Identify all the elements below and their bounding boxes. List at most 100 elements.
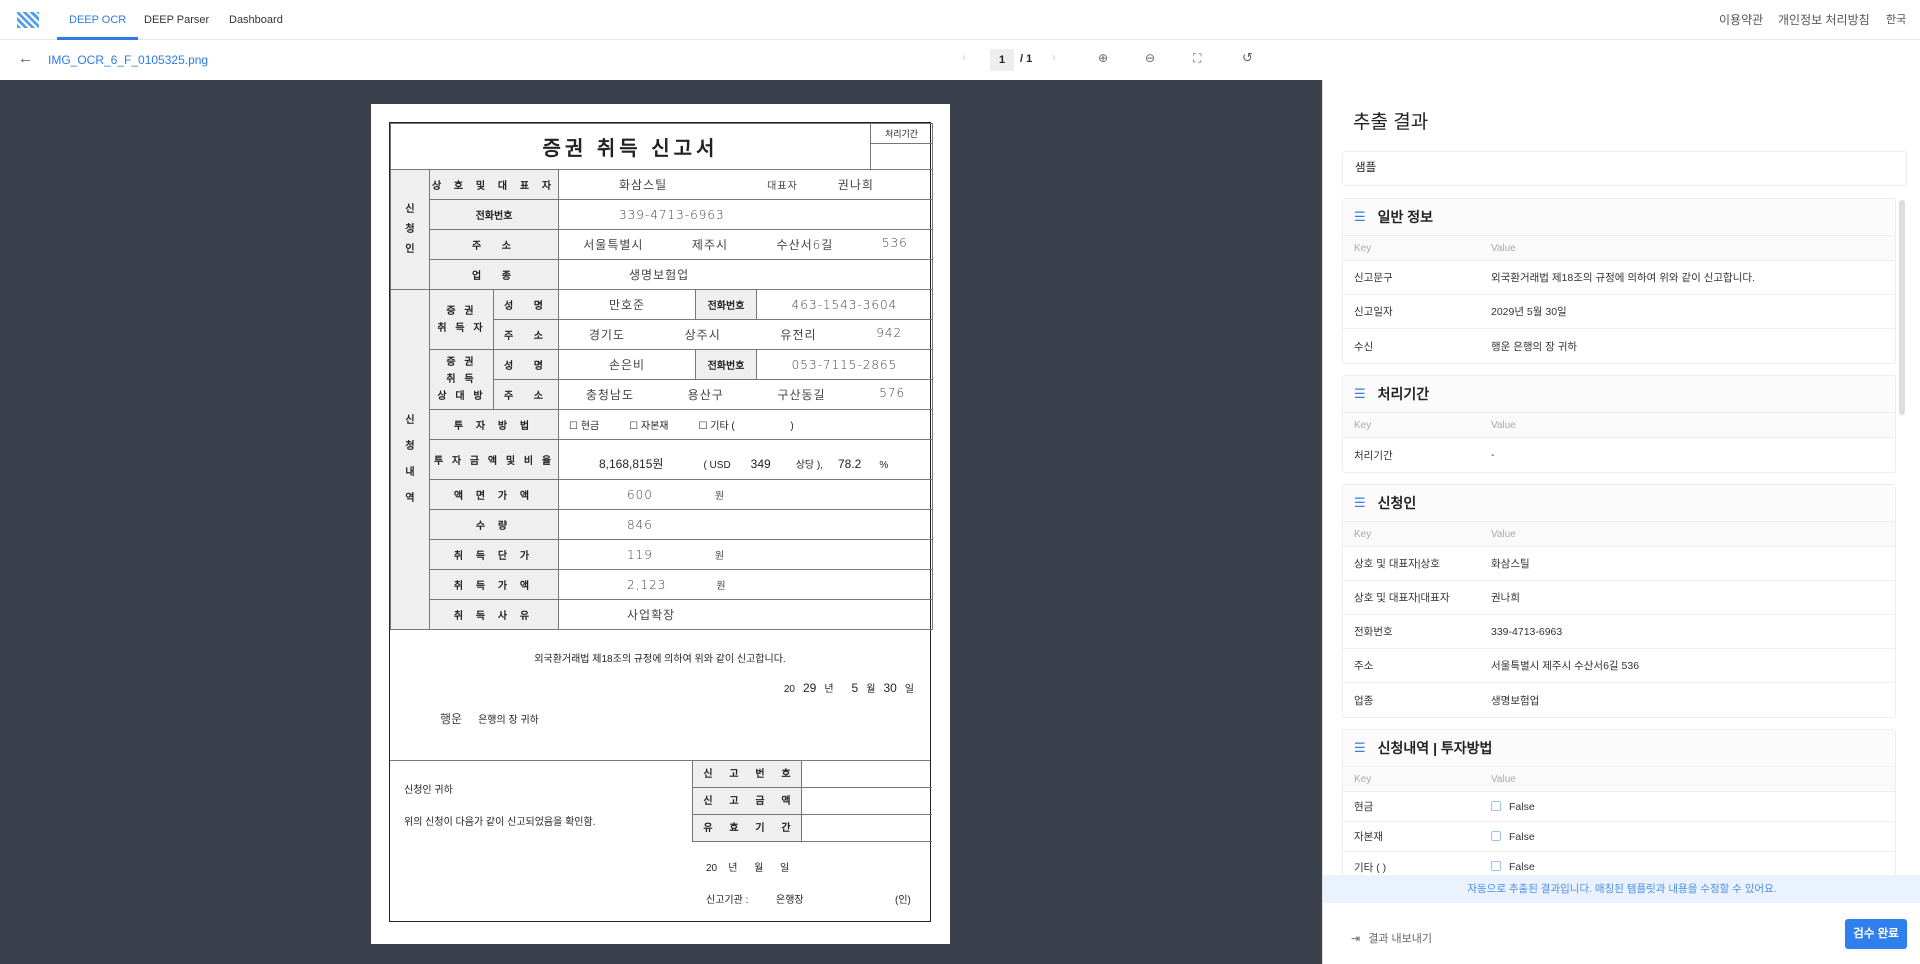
period-label: 처리기간: [871, 124, 933, 144]
label-method: 투 자 방 법: [429, 409, 559, 440]
field-value[interactable]: 행운 은행의 장 귀하: [1491, 341, 1577, 353]
field-key: 수신: [1354, 340, 1374, 353]
counter-group: 증 권 취 득 상 대 방: [429, 349, 494, 410]
label-report-amount: 신 고 금 액: [692, 788, 802, 814]
field-value[interactable]: 생명보험업: [1491, 695, 1539, 707]
field-row[interactable]: 처리기간 -: [1343, 438, 1895, 472]
addr-3: 수산서6길: [776, 238, 834, 252]
complete-review-button[interactable]: 검수 완료: [1845, 919, 1907, 949]
sections-scroll: ☰ 일반 정보 Key Value 신고문구 외국환거래법 제18조의 규정에 의하여 …: [1323, 198, 1920, 875]
field-row[interactable]: 자본재 False: [1343, 822, 1895, 852]
confirm-date: 20 년 월 일: [706, 863, 790, 874]
detail-group: 신 청 내 역: [390, 289, 430, 630]
section-header[interactable]: ☰ 일반 정보: [1343, 199, 1895, 236]
section-header[interactable]: ☰ 신청내역 | 투자방법: [1343, 730, 1895, 767]
section-title: 일반 정보: [1377, 209, 1434, 225]
company-value: 화삼스틸: [619, 178, 668, 192]
seal-label: (인): [895, 895, 911, 906]
zoom-out-icon[interactable]: ⊖: [1145, 51, 1155, 65]
date-month: 5: [851, 681, 859, 695]
checkbox[interactable]: [1491, 800, 1501, 811]
label-buyer-phone: 전화번호: [695, 289, 757, 320]
field-key: 업종: [1354, 694, 1374, 707]
field-row[interactable]: 현금 False: [1343, 792, 1895, 822]
zoom-in-icon[interactable]: ⊕: [1098, 51, 1108, 65]
column-header: Key Value: [1343, 413, 1895, 438]
report-date: 20 29 년 5 월 30 일: [784, 680, 914, 695]
next-page-icon[interactable]: ›: [1052, 50, 1056, 64]
date-day: 30: [883, 681, 897, 695]
field-row[interactable]: 전화번호 339-4713-6963: [1343, 615, 1895, 649]
prev-page-icon[interactable]: ‹: [962, 50, 966, 64]
document-page: 증권 취득 신고서 처리기간 신 청 인 상 호 및 대 표 자 화삼스틸 대표자…: [371, 104, 950, 944]
value-header: Value: [1491, 242, 1516, 254]
field-row[interactable]: 업종 생명보험업: [1343, 683, 1895, 717]
privacy-link[interactable]: 개인정보 처리방침: [1778, 0, 1870, 40]
key-header: Key: [1354, 773, 1372, 785]
addr-4: 536: [881, 236, 908, 250]
field-value[interactable]: 화삼스틸: [1491, 558, 1530, 570]
applicant-to: 신청인 귀하: [404, 785, 453, 796]
field-value[interactable]: 외국환거래법 제18조의 규정에 의하여 위와 같이 신고합니다.: [1491, 272, 1755, 284]
buyer-phone: 463-1543-3604: [755, 289, 934, 320]
tab-deep-ocr[interactable]: DEEP OCR: [57, 0, 139, 40]
back-arrow-icon[interactable]: ←: [18, 50, 33, 67]
file-name[interactable]: IMG_OCR_6_F_0105325.png: [48, 53, 208, 67]
field-row[interactable]: 상호 및 대표자|상호 화삼스틸: [1343, 547, 1895, 581]
key-header: Key: [1354, 528, 1372, 540]
field-key: 기타 ( ): [1354, 861, 1387, 874]
field-value[interactable]: False: [1509, 831, 1535, 843]
label-buyer-addr: 주 소: [493, 319, 559, 350]
checkbox[interactable]: [1491, 861, 1501, 871]
field-value[interactable]: 339-4713-6963: [1491, 626, 1562, 638]
section-header[interactable]: ☰ 신청인: [1343, 485, 1895, 522]
section-card: ☰ 처리기간 Key Value 처리기간 -: [1342, 375, 1896, 473]
tab-deep-parser[interactable]: DEEP Parser: [144, 0, 209, 40]
export-button[interactable]: ⇥ 결과 내보내기: [1351, 930, 1432, 946]
business-value: 생명보험업: [557, 259, 934, 290]
buyer-addr-4: 942: [876, 326, 903, 340]
method-capital: ☐ 자본재: [629, 421, 669, 432]
field-key: 현금: [1354, 801, 1374, 813]
rotate-icon[interactable]: ↺: [1242, 50, 1253, 66]
terms-link[interactable]: 이용약관: [1719, 0, 1763, 40]
field-key: 상호 및 대표자|대표자: [1354, 592, 1450, 604]
statement-text: 외국환거래법 제18조의 규정에 의하여 위와 같이 신고합니다.: [534, 654, 786, 665]
label-total: 취 득 가 액: [429, 569, 559, 600]
rep-label: 대표자: [767, 181, 798, 192]
field-row[interactable]: 신고문구 외국환거래법 제18조의 규정에 의하여 위와 같이 신고합니다.: [1343, 261, 1895, 295]
field-row[interactable]: 기타 ( ) False: [1343, 852, 1895, 875]
field-value[interactable]: -: [1491, 449, 1495, 461]
counter-phone: 053-7115-2865: [755, 349, 934, 380]
buyer-name: 만호준: [558, 289, 696, 320]
template-select[interactable]: 샘플: [1342, 151, 1907, 186]
field-value[interactable]: 권나희: [1491, 592, 1520, 604]
field-row[interactable]: 신고일자 2029년 5월 30일: [1343, 295, 1895, 329]
counter-addr-2: 용산구: [687, 388, 724, 402]
section-title: 처리기간: [1377, 386, 1430, 402]
method-other: ☐ 기타 ( ): [698, 421, 794, 432]
label-buyer-name: 성 명: [493, 289, 559, 320]
field-value[interactable]: 2029년 5월 30일: [1491, 306, 1567, 318]
column-header: Key Value: [1343, 767, 1895, 792]
extraction-panel: 추출 결과 샘플 ☰ 일반 정보 Key Value 신고문구 외국환거래법 제18조의…: [1322, 80, 1920, 964]
applicant-group: 신 청 인: [390, 169, 430, 290]
field-value[interactable]: False: [1509, 861, 1535, 873]
method-cash: ☐ 현금: [569, 421, 600, 432]
fit-screen-icon[interactable]: ⛶: [1193, 51, 1201, 66]
checkbox[interactable]: [1491, 830, 1501, 841]
bank-suffix: 은행의 장 귀하: [478, 715, 539, 726]
page-input[interactable]: 1: [990, 49, 1014, 71]
scrollbar[interactable]: [1899, 200, 1905, 415]
field-row[interactable]: 수신 행운 은행의 장 귀하: [1343, 329, 1895, 363]
section-header[interactable]: ☰ 처리기간: [1343, 376, 1895, 413]
tab-dashboard[interactable]: Dashboard: [229, 0, 283, 40]
field-value[interactable]: False: [1509, 801, 1535, 813]
field-value[interactable]: 서울특별시 제주시 수산서6길 536: [1491, 660, 1639, 672]
field-key: 자본재: [1354, 831, 1383, 843]
field-row[interactable]: 주소 서울특별시 제주시 수산서6길 536: [1343, 649, 1895, 683]
field-row[interactable]: 상호 및 대표자|대표자 권나희: [1343, 581, 1895, 615]
field-key: 전화번호: [1354, 626, 1393, 638]
rep-value: 권나희: [837, 178, 874, 192]
language-select[interactable]: 한국: [1886, 0, 1906, 40]
